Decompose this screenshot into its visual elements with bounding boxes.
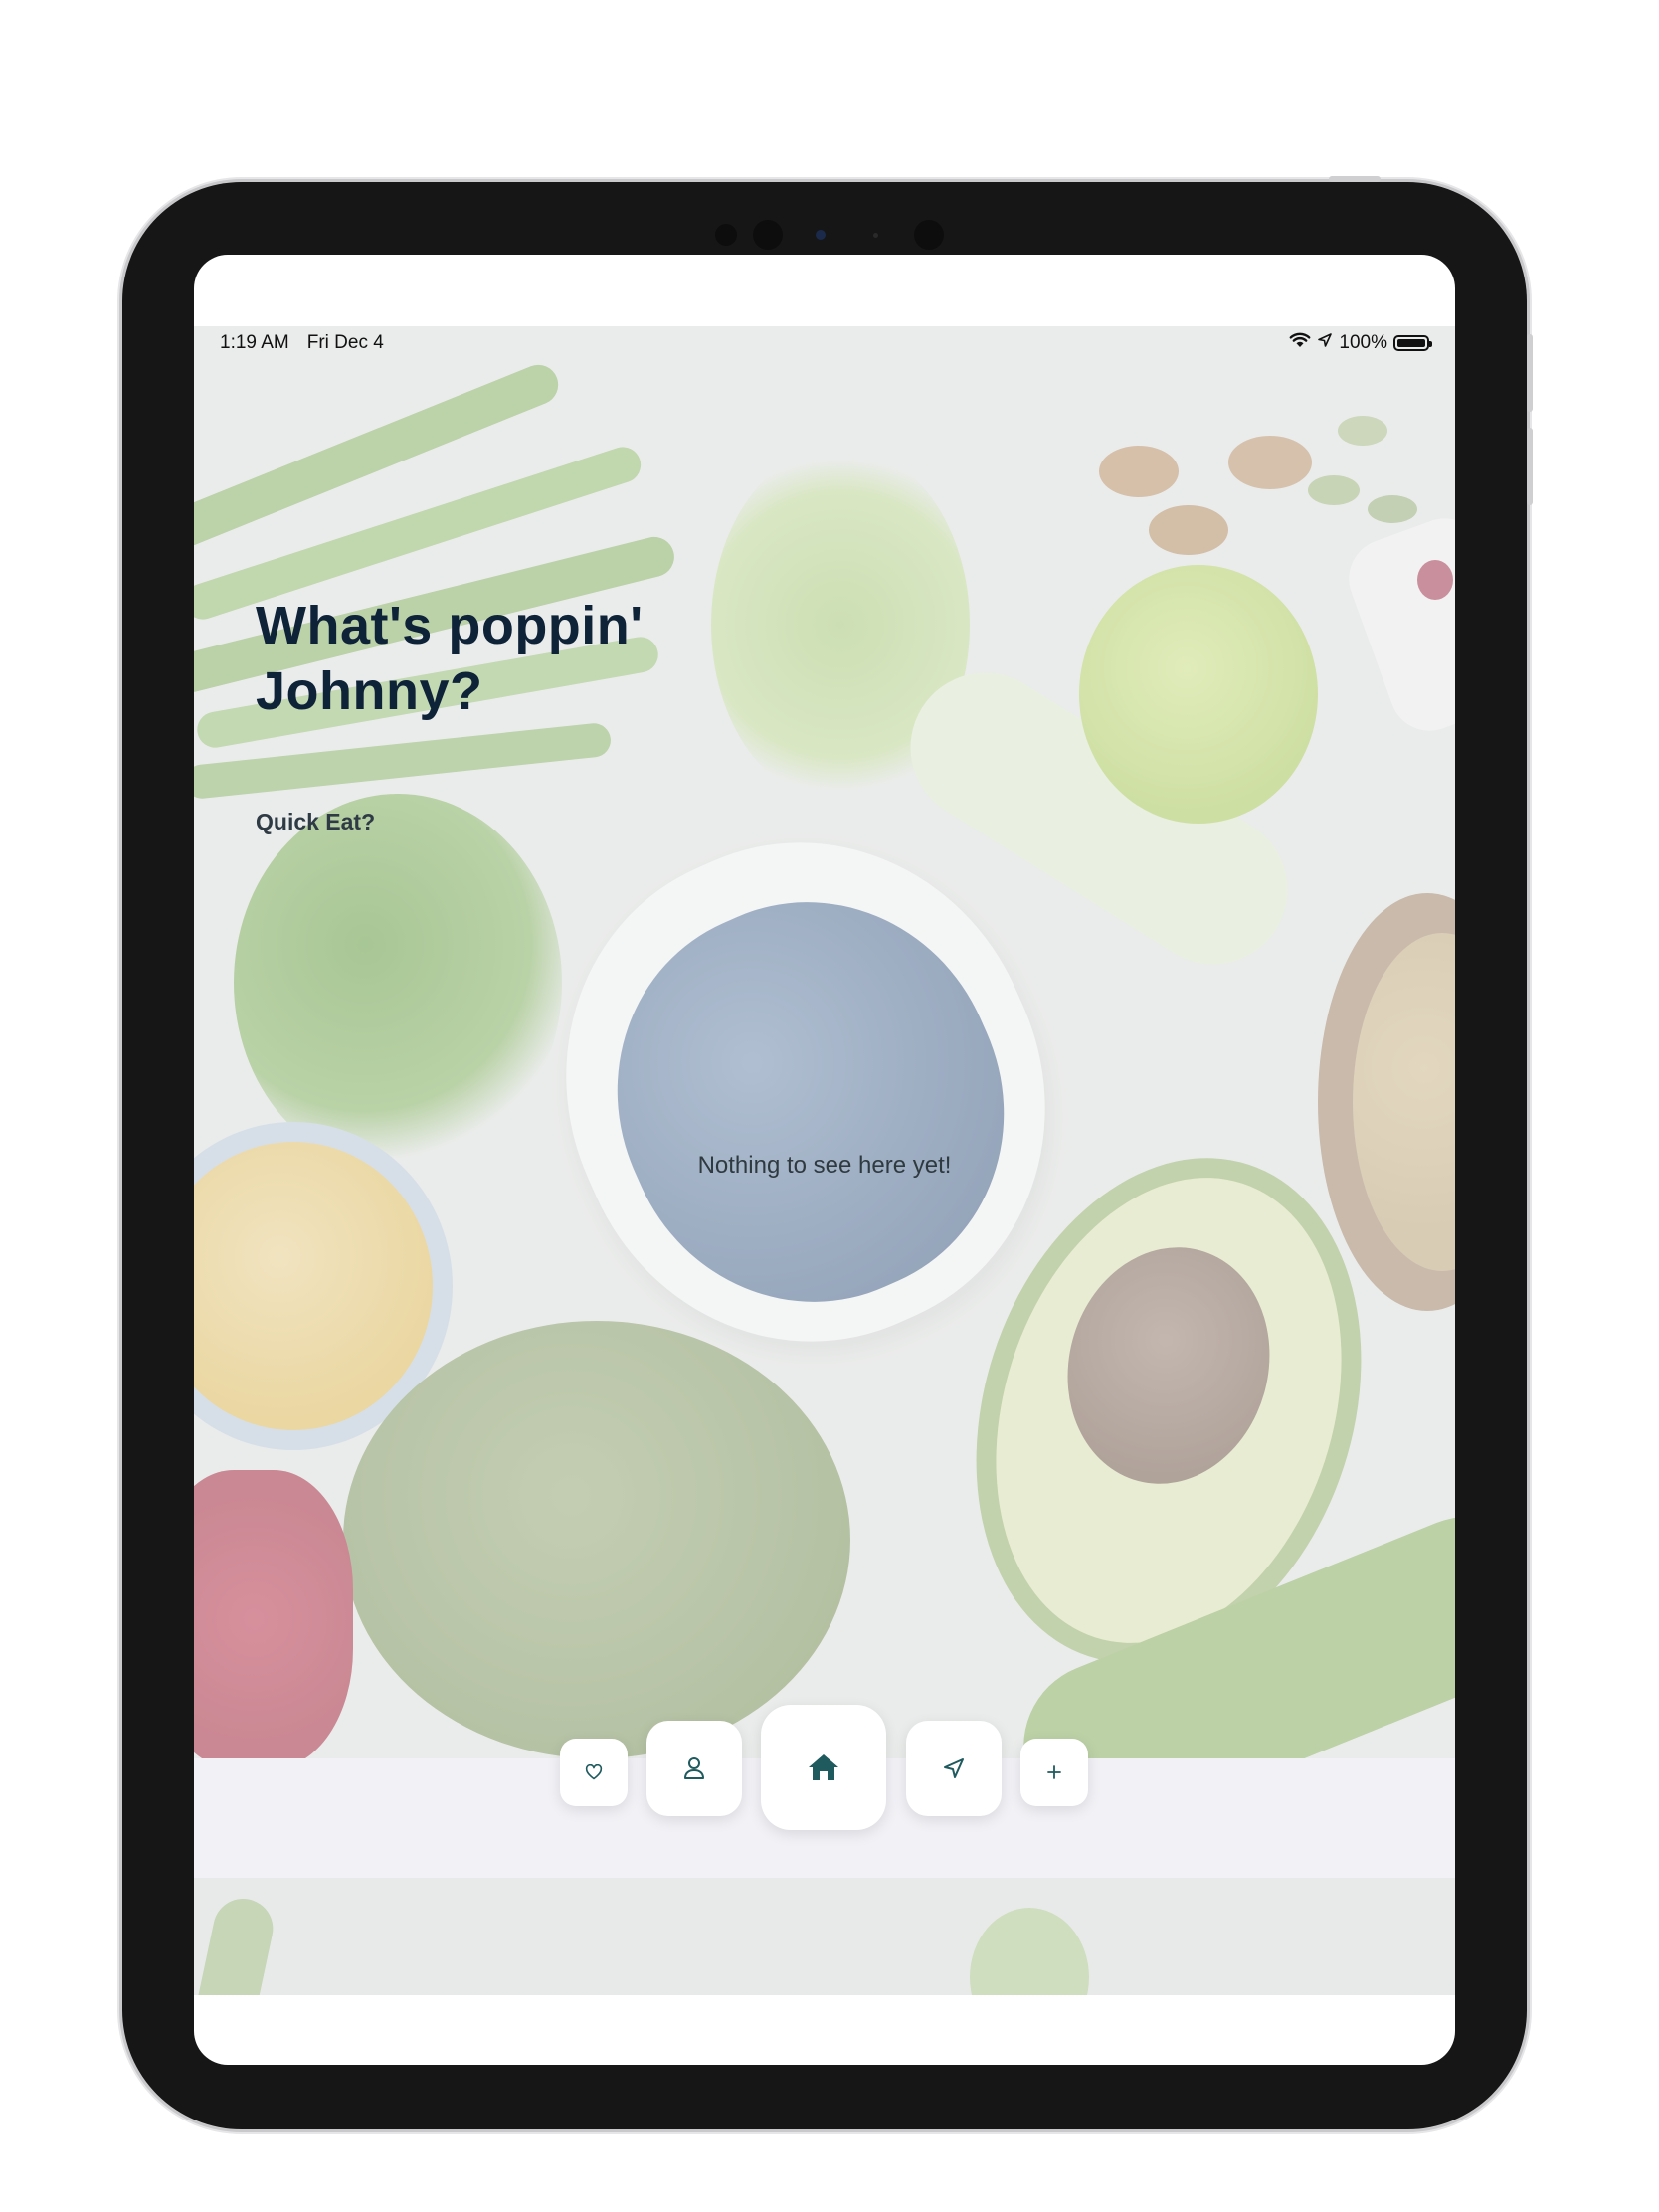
status-bar: 1:19 AM Fri Dec 4 100% — [194, 326, 1455, 360]
battery-icon — [1393, 335, 1432, 351]
tab-favorites-button[interactable] — [560, 1739, 628, 1806]
greeting-title: What's poppin' Johnny? — [256, 593, 852, 724]
top-button — [1329, 176, 1381, 182]
plus-icon — [1046, 1764, 1062, 1780]
tab-add-button[interactable] — [1020, 1739, 1088, 1806]
wifi-icon — [1289, 332, 1311, 354]
heart-icon — [585, 1764, 603, 1780]
greeting-line-1: What's poppin' — [256, 596, 644, 655]
home-icon — [807, 1752, 840, 1782]
background-image-continuation — [194, 1878, 1455, 1995]
screen: 1:19 AM Fri Dec 4 100% What's poppin' Jo… — [194, 255, 1455, 2065]
bottom-tab-bar — [194, 1705, 1455, 1848]
user-icon — [683, 1756, 705, 1780]
tab-profile-button[interactable] — [646, 1721, 742, 1816]
quick-eat-heading: Quick Eat? — [256, 809, 376, 834]
tab-explore-button[interactable] — [906, 1721, 1002, 1816]
location-arrow-icon — [1317, 332, 1333, 354]
camera-lens — [816, 230, 826, 240]
app-view: 1:19 AM Fri Dec 4 100% What's poppin' Jo… — [194, 326, 1455, 1995]
status-date: Fri Dec 4 — [306, 332, 384, 353]
volume-up-button — [1527, 334, 1533, 412]
tab-home-button[interactable] — [761, 1705, 886, 1830]
greeting-line-2: Johnny? — [256, 661, 483, 721]
status-time: 1:19 AM — [220, 332, 289, 353]
battery-percent: 100% — [1339, 332, 1387, 353]
sensor-dot — [914, 220, 944, 250]
empty-state-message: Nothing to see here yet! — [697, 1152, 952, 1179]
sensor-dot — [873, 233, 878, 238]
sensor-dot — [753, 220, 783, 250]
camera-bar — [122, 202, 1527, 250]
sensor-dot — [715, 224, 737, 246]
navigation-arrow-icon — [943, 1757, 965, 1779]
vegetable-background-image — [194, 326, 1455, 1758]
volume-down-button — [1527, 428, 1533, 505]
